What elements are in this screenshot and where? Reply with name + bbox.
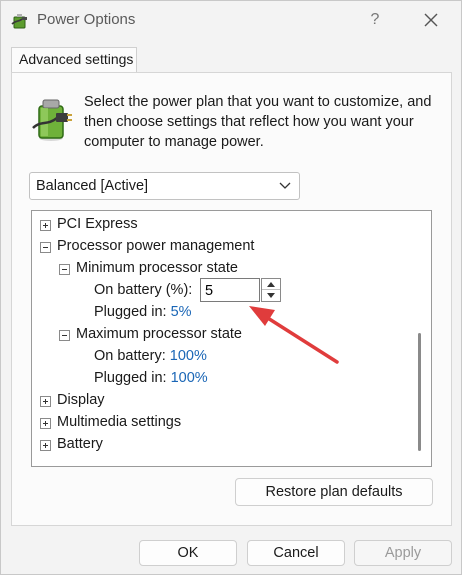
scrollbar-thumb[interactable] — [418, 333, 421, 451]
expand-plus-icon[interactable] — [40, 396, 51, 407]
tree-item-label: Minimum processor state — [76, 260, 238, 276]
power-plan-value: Balanced [Active] — [36, 178, 149, 194]
collapse-minus-icon[interactable] — [59, 330, 70, 341]
min-plugged-in-label: Plugged in: — [94, 304, 167, 320]
tree-item-label: Battery — [57, 436, 103, 452]
tree-item-label: Display — [57, 392, 105, 408]
min-plugged-in-row: Plugged in: 5% — [94, 304, 192, 320]
max-plugged-in-row: Plugged in: 100% — [94, 370, 208, 386]
help-button[interactable]: ? — [361, 7, 389, 33]
tree-item-label: Multimedia settings — [57, 414, 182, 430]
title-bar: Power Options ? — [1, 1, 461, 39]
apply-button[interactable]: Apply — [354, 540, 452, 566]
collapse-minus-icon[interactable] — [40, 242, 51, 253]
expand-plus-icon[interactable] — [40, 220, 51, 231]
ok-button[interactable]: OK — [139, 540, 237, 566]
spin-down-icon[interactable] — [262, 290, 280, 301]
intro-text: Select the power plan that you want to c… — [84, 94, 432, 150]
tab-strip: Advanced settings — [1, 39, 461, 73]
spin-up-icon[interactable] — [262, 279, 280, 290]
battery-plug-icon — [32, 99, 72, 141]
expand-plus-icon[interactable] — [40, 440, 51, 451]
tree-item-label: Processor power management — [57, 238, 255, 254]
chevron-down-icon — [279, 182, 291, 189]
power-options-window: Power Options ? Advanced settings Select… — [0, 0, 462, 575]
collapse-minus-icon[interactable] — [59, 264, 70, 275]
close-icon[interactable] — [417, 7, 445, 33]
power-options-icon — [11, 14, 27, 29]
min-on-battery-spinner[interactable] — [261, 278, 281, 302]
min-on-battery-label: On battery (%): — [94, 282, 193, 298]
max-on-battery-value[interactable]: 100% — [170, 348, 207, 364]
restore-plan-defaults-button[interactable]: Restore plan defaults — [235, 478, 433, 506]
cancel-button[interactable]: Cancel — [247, 540, 345, 566]
tree-item-label: PCI Express — [57, 216, 138, 232]
max-plugged-in-value[interactable]: 100% — [171, 370, 208, 386]
tab-advanced-settings[interactable]: Advanced settings — [11, 47, 137, 73]
settings-tree[interactable]: PCI Express Processor power management M… — [31, 210, 432, 467]
expand-plus-icon[interactable] — [40, 418, 51, 429]
min-plugged-in-value[interactable]: 5% — [171, 304, 192, 320]
tree-item-label: Maximum processor state — [76, 326, 242, 342]
min-on-battery-input[interactable] — [200, 278, 260, 302]
power-plan-dropdown[interactable]: Balanced [Active] — [29, 172, 300, 200]
window-title: Power Options — [37, 11, 136, 28]
max-on-battery-row: On battery: 100% — [94, 348, 207, 364]
max-plugged-in-label: Plugged in: — [94, 370, 167, 386]
max-on-battery-label: On battery: — [94, 348, 166, 364]
